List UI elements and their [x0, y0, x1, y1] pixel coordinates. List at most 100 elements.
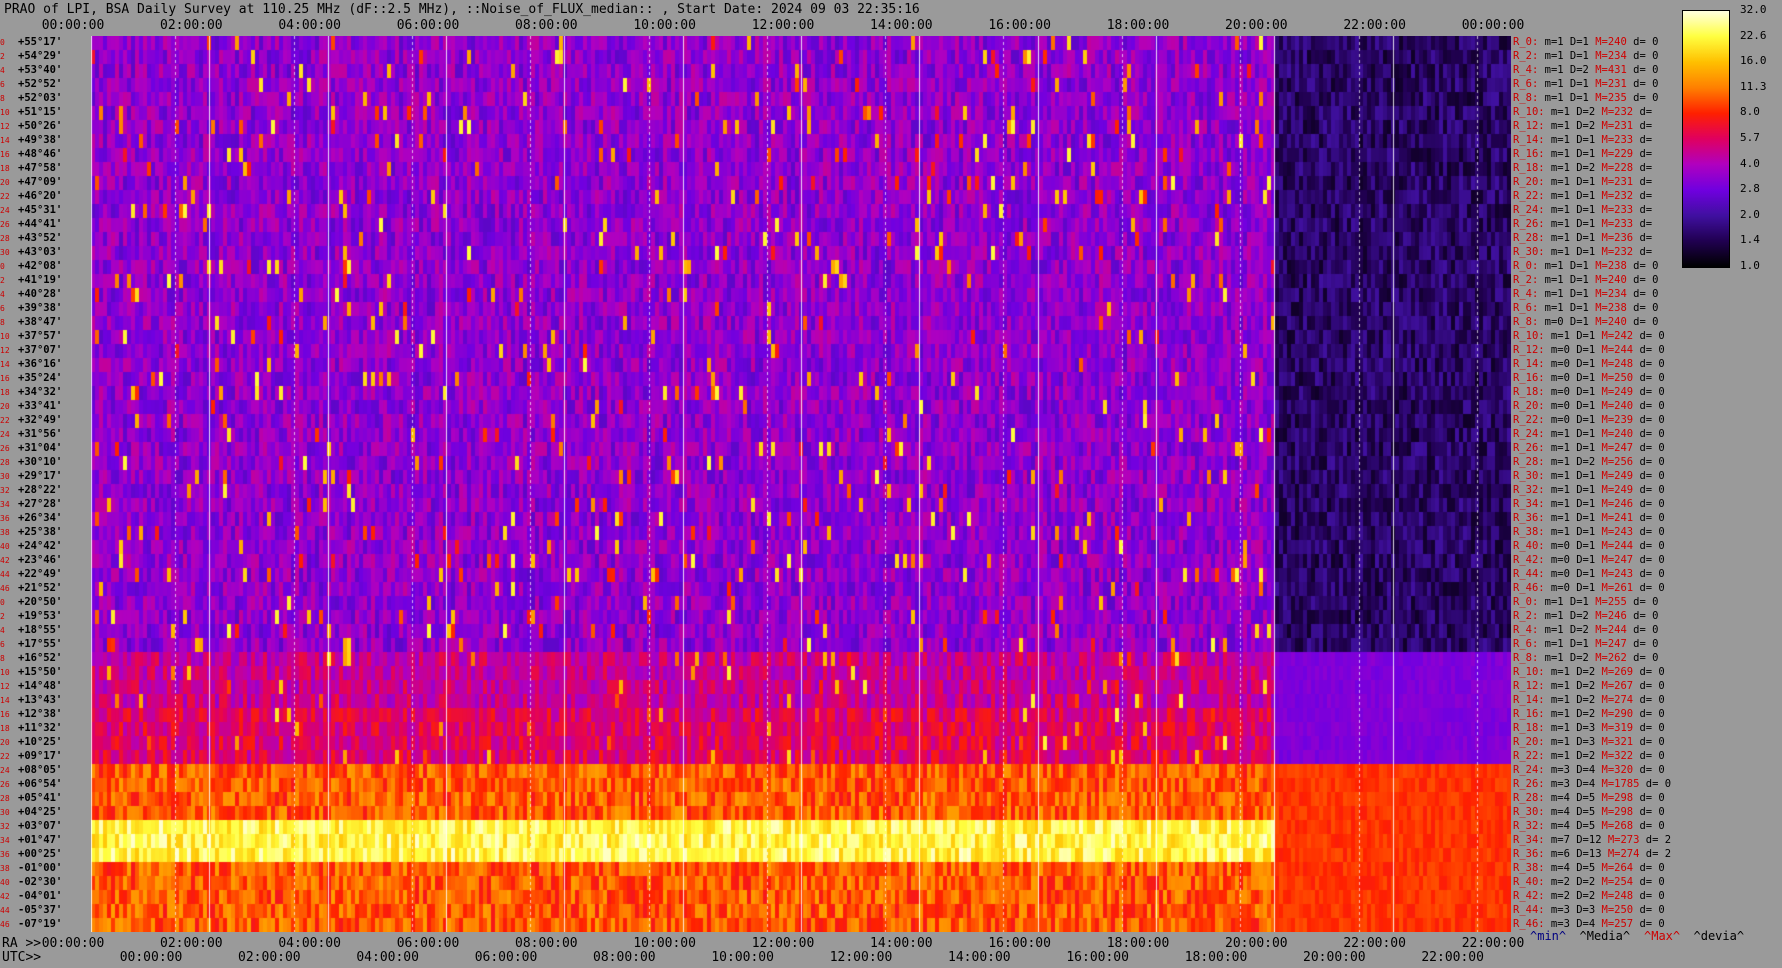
declination-label: 22 +46°20': [0, 190, 90, 203]
declination-label: 44 -05°37': [0, 904, 90, 917]
stat-max: M=240: [1595, 428, 1634, 440]
stat-max: M=242: [1595, 330, 1634, 342]
declination-value: +03°07': [18, 820, 63, 832]
row-index: 44: [0, 570, 10, 579]
stat-row-name: R_26:: [1513, 778, 1545, 790]
stat-min: m=0: [1544, 414, 1570, 426]
stat-row-name: R_32:: [1513, 484, 1545, 496]
stat-max: M=234: [1588, 50, 1627, 62]
stat-deviation: d= 0: [1626, 64, 1659, 76]
declination-label: 2 +19°53': [0, 610, 90, 623]
declination-value: +12°38': [18, 708, 63, 720]
row-index: 20: [0, 402, 10, 411]
stat-median: D=1: [1563, 92, 1589, 104]
stat-max: M=231: [1595, 120, 1634, 132]
stat-median: D=2: [1563, 652, 1589, 664]
row-index: 40: [0, 878, 10, 887]
declination-value: +55°17': [18, 36, 63, 48]
row-stat: R_34: m=7 D=12 M=273 d= 2: [1513, 834, 1671, 846]
utc-axis-label: UTC>>: [2, 950, 42, 965]
top-time-tick: 16:00:00: [988, 18, 1051, 33]
stat-min: m=1: [1544, 456, 1570, 468]
stat-max: M=268: [1595, 820, 1634, 832]
row-stat: R_12: m=0 D=1 M=244 d= 0: [1513, 344, 1665, 356]
stat-min: m=1: [1544, 498, 1570, 510]
colorbar-tick: 1.0: [1740, 259, 1760, 272]
declination-label: 32 +03°07': [0, 820, 90, 833]
stat-row-name: R_16:: [1513, 148, 1545, 160]
row-index: 8: [0, 654, 5, 663]
declination-label: 26 +44°41': [0, 218, 90, 231]
declination-value: +30°10': [18, 456, 63, 468]
row-index: 16: [0, 710, 10, 719]
stat-row-name: R_14:: [1513, 134, 1545, 146]
stat-row-name: R_16:: [1513, 372, 1545, 384]
ra-axis-label: RA >>: [2, 936, 42, 951]
stat-median: D=1: [1569, 540, 1596, 552]
declination-value: +47°58': [18, 162, 63, 174]
stat-median: D=1: [1569, 372, 1596, 384]
stat-median: D=1: [1563, 36, 1589, 48]
row-stat: R_40: m=0 D=1 M=244 d= 0: [1513, 540, 1665, 552]
stat-min: m=4: [1544, 806, 1570, 818]
row-index: 34: [0, 500, 10, 509]
legend-selector[interactable]: ^min^: [1530, 929, 1566, 943]
declination-value: +48°46': [18, 148, 63, 160]
row-stat: R_18: m=0 D=1 M=249 d= 0: [1513, 386, 1665, 398]
declination-label: 26 +06°54': [0, 778, 90, 791]
stat-median: D=1: [1569, 386, 1596, 398]
row-stat: R_38: m=4 D=5 M=264 d= 0: [1513, 862, 1665, 874]
stat-max: M=274: [1595, 694, 1634, 706]
declination-label: 38 +25°38': [0, 526, 90, 539]
row-stat: R_14: m=1 D=1 M=233 d=: [1513, 134, 1652, 146]
stat-deviation: d= 0: [1626, 638, 1659, 650]
row-index: 46: [0, 584, 10, 593]
declination-value: +35°24': [18, 372, 63, 384]
row-index: 14: [0, 360, 10, 369]
row-index: 2: [0, 276, 5, 285]
stat-median: D=1: [1569, 190, 1596, 202]
row-stat: R_22: m=1 D=2 M=322 d= 0: [1513, 750, 1665, 762]
declination-value: +31°04': [18, 442, 63, 454]
bottom-time-tick: 20:00:00: [1303, 950, 1366, 965]
stat-min: m=1: [1544, 428, 1570, 440]
row-index: 10: [0, 108, 10, 117]
row-stat: R_6: m=1 D=1 M=247 d= 0: [1513, 638, 1658, 650]
stat-row-name: R_20:: [1513, 736, 1545, 748]
stat-deviation: d= 0: [1633, 484, 1665, 496]
declination-label: 40 -02°30': [0, 876, 90, 889]
stat-max: M=319: [1595, 722, 1634, 734]
declination-label: 42 -04°01': [0, 890, 90, 903]
bottom-time-tick: 22:00:00: [1343, 936, 1406, 951]
declination-value: +53°40': [18, 64, 63, 76]
stat-max: M=255: [1588, 596, 1627, 608]
declination-value: +27°28': [18, 498, 63, 510]
row-stat: R_4: m=1 D=2 M=431 d= 0: [1513, 64, 1658, 76]
declination-label: 44 +22°49': [0, 568, 90, 581]
colorbar-tick: 2.8: [1740, 182, 1760, 196]
legend-selector[interactable]: ^Media^: [1580, 929, 1631, 943]
legend-selector[interactable]: ^Max^: [1644, 929, 1680, 943]
declination-value: +37°07': [18, 344, 63, 356]
declination-label: 22 +32°49': [0, 414, 90, 427]
stat-median: D=1: [1569, 582, 1596, 594]
stat-max: M=246: [1588, 610, 1627, 622]
row-index: 34: [0, 836, 10, 845]
stat-deviation: d= 0: [1626, 50, 1659, 62]
declination-value: +06°54': [18, 778, 63, 790]
legend-selector[interactable]: ^devia^: [1694, 929, 1745, 943]
stat-deviation: d= 0: [1633, 792, 1665, 804]
stat-min: m=1: [1538, 596, 1564, 608]
stat-row-name: R_46:: [1513, 582, 1545, 594]
stat-row-name: R_18:: [1513, 722, 1545, 734]
colorbar-tick: 8.0: [1740, 105, 1760, 119]
colorbar-tick: 11.3: [1740, 79, 1767, 93]
row-index: 40: [0, 542, 10, 551]
row-stat: R_10: m=1 D=2 M=269 d= 0: [1513, 666, 1665, 678]
stat-max: M=249: [1595, 386, 1634, 398]
stat-deviation: d= 0: [1633, 666, 1665, 678]
declination-value: +41°19': [18, 274, 63, 286]
row-stat: R_4: m=1 D=2 M=244 d= 0: [1513, 624, 1658, 636]
stat-min: m=0: [1544, 400, 1570, 412]
stat-deviation: d= 0: [1626, 316, 1659, 328]
